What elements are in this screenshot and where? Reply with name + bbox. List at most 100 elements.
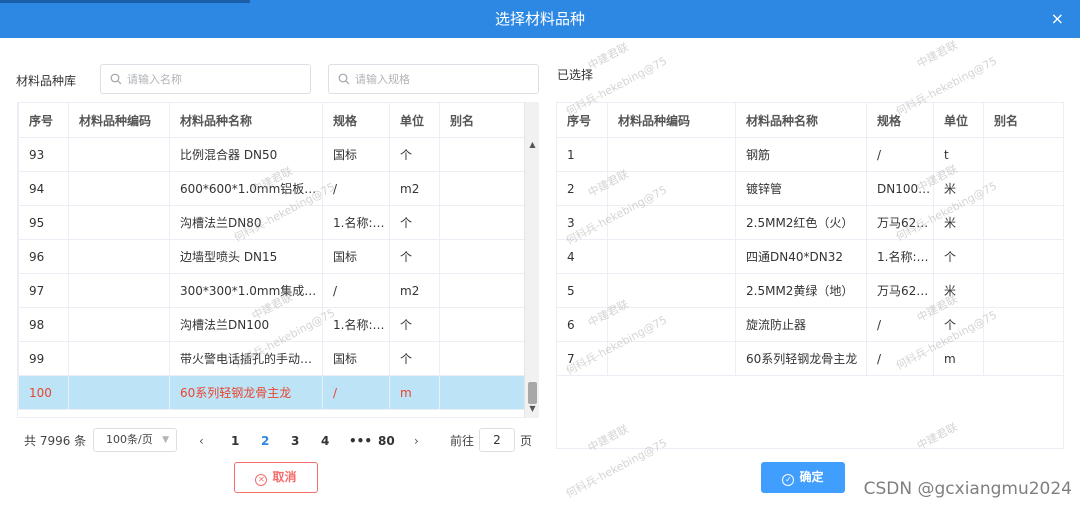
- search-name-input[interactable]: [127, 65, 306, 93]
- table-row[interactable]: 3 2.5MM2红色（火） 万马62… 米: [557, 205, 1063, 240]
- cell-name: 2.5MM2黄绿（地）: [735, 273, 867, 308]
- cell-name: 2.5MM2红色（火）: [735, 205, 867, 240]
- cell-alias: [983, 239, 1063, 274]
- cell-code: [607, 307, 736, 342]
- cell-unit: 个: [933, 239, 984, 274]
- cell-index: 97: [18, 273, 69, 308]
- cell-unit: 个: [389, 239, 440, 274]
- watermark-company: 中建君联: [914, 38, 960, 71]
- column-header-alias: 别名: [983, 103, 1063, 138]
- selected-label: 已选择: [557, 68, 594, 82]
- cell-index: 2: [557, 171, 608, 206]
- cell-alias: [439, 273, 524, 308]
- cell-unit: m2: [389, 171, 440, 206]
- cell-alias: [439, 239, 524, 274]
- search-spec-input[interactable]: [355, 65, 534, 93]
- scroll-up-arrow-icon[interactable]: ▲: [525, 140, 540, 149]
- goto-page-input[interactable]: 2: [479, 428, 515, 452]
- cell-index: 99: [18, 341, 69, 376]
- cell-alias: [439, 307, 524, 342]
- scroll-down-arrow-icon[interactable]: ▼: [525, 404, 540, 413]
- library-label: 材料品种库: [16, 74, 77, 88]
- column-header-spec: 规格: [866, 103, 934, 138]
- table-row[interactable]: 7 60系列轻钢龙骨主龙 / m: [557, 341, 1063, 376]
- cell-unit: 个: [389, 307, 440, 342]
- scrollbar-thumb[interactable]: [528, 382, 537, 404]
- table-row[interactable]: 94 600*600*1.0mm铝板… / m2: [18, 171, 524, 206]
- goto-label: 前往: [450, 434, 475, 448]
- dialog-title: 选择材料品种: [494, 10, 585, 28]
- table-row[interactable]: 97 300*300*1.0mm集成… / m2: [18, 273, 524, 308]
- cell-alias: [983, 307, 1063, 342]
- search-name-field[interactable]: [100, 64, 311, 94]
- cell-spec: /: [866, 137, 934, 172]
- confirm-button[interactable]: ✓ 确定: [761, 462, 845, 493]
- cell-alias: [439, 205, 524, 240]
- cell-spec: /: [866, 341, 934, 376]
- table-row[interactable]: 2 镀锌管 DN100… 米: [557, 171, 1063, 206]
- page-button-80[interactable]: 80: [378, 428, 395, 454]
- close-icon[interactable]: ×: [1051, 0, 1064, 38]
- table-row[interactable]: 98 沟槽法兰DN100 1.名称:… 个: [18, 307, 524, 342]
- cell-name: 比例混合器 DN50: [169, 137, 323, 172]
- search-icon: [338, 73, 350, 85]
- page-ellipsis[interactable]: •••: [349, 428, 372, 454]
- table-row[interactable]: 99 带火警电话插孔的手动… 国标个: [18, 341, 524, 376]
- cell-alias: [439, 341, 524, 376]
- column-header-unit: 单位: [933, 103, 984, 138]
- cell-index: 1: [557, 137, 608, 172]
- cell-alias: [439, 171, 524, 206]
- cell-code: [68, 171, 170, 206]
- table-row[interactable]: 95 沟槽法兰DN80 1.名称:… 个: [18, 205, 524, 240]
- table-row[interactable]: 1 钢筋 / t: [557, 137, 1063, 172]
- prev-page-button[interactable]: ‹: [199, 428, 204, 454]
- page-button-4[interactable]: 4: [321, 428, 329, 454]
- cell-alias: [983, 137, 1063, 172]
- cell-index: 7: [557, 341, 608, 376]
- page-button-3[interactable]: 3: [291, 428, 299, 454]
- cell-name: 600*600*1.0mm铝板…: [169, 171, 323, 206]
- table-row[interactable]: 93 比例混合器 DN50 国标个: [18, 137, 524, 172]
- cell-unit: 个: [389, 341, 440, 376]
- goto-suffix: 页: [520, 434, 533, 448]
- cell-name: 300*300*1.0mm集成…: [169, 273, 323, 308]
- cancel-button[interactable]: ✕ 取消: [234, 462, 318, 493]
- library-table: 序号 材料品种编码 材料品种名称 规格 单位 别名 93 比例混合器 DN50 国标…: [17, 102, 524, 418]
- check-circle-icon: ✓: [782, 474, 795, 486]
- selected-table: 序号 材料品种编码 材料品种名称 规格 单位 别名 1 钢筋 / t 2 镀锌管 DN10…: [556, 102, 1064, 449]
- cell-spec: 万马62…: [866, 205, 934, 240]
- table-row[interactable]: 96 边墙型喷头 DN15 国标个: [18, 239, 524, 274]
- page-button-2[interactable]: 2: [261, 428, 269, 454]
- page-button-1[interactable]: 1: [231, 428, 239, 454]
- cell-alias: [439, 137, 524, 172]
- cell-name: 镀锌管: [735, 171, 867, 206]
- cell-name: 带火警电话插孔的手动…: [169, 341, 323, 376]
- cell-spec: 国标: [322, 137, 390, 172]
- cell-alias: [983, 205, 1063, 240]
- cell-code: [68, 341, 170, 376]
- next-page-button[interactable]: ›: [414, 428, 419, 454]
- cell-index: 98: [18, 307, 69, 342]
- cell-name: 四通DN40*DN32: [735, 239, 867, 274]
- cell-name: 旋流防止器: [735, 307, 867, 342]
- cell-index: 4: [557, 239, 608, 274]
- cell-name: 60系列轻钢龙骨主龙: [735, 341, 867, 376]
- cell-spec: 国标: [322, 239, 390, 274]
- cell-spec: 1.名称:…: [866, 239, 934, 274]
- column-header-index: 序号: [557, 103, 608, 138]
- table-row[interactable]: 6 旋流防止器 / 个: [557, 307, 1063, 342]
- cell-index: 96: [18, 239, 69, 274]
- cell-alias: [439, 375, 524, 410]
- chevron-down-icon: ▼: [162, 435, 169, 445]
- table-row[interactable]: 4 四通DN40*DN32 1.名称:… 个: [557, 239, 1063, 274]
- vertical-scrollbar[interactable]: ▲ ▼: [524, 102, 539, 418]
- close-circle-icon: ✕: [255, 474, 268, 486]
- cell-code: [607, 273, 736, 308]
- table-row-selected[interactable]: 100 60系列轻钢龙骨主龙 / m: [18, 375, 524, 410]
- table-row[interactable]: 5 2.5MM2黄绿（地） 万马62… 米: [557, 273, 1063, 308]
- cell-unit: m: [389, 375, 440, 410]
- page-size-select[interactable]: 100条/页 ▼: [93, 428, 177, 452]
- cell-code: [68, 375, 170, 410]
- cell-unit: 个: [933, 307, 984, 342]
- search-spec-field[interactable]: [328, 64, 539, 94]
